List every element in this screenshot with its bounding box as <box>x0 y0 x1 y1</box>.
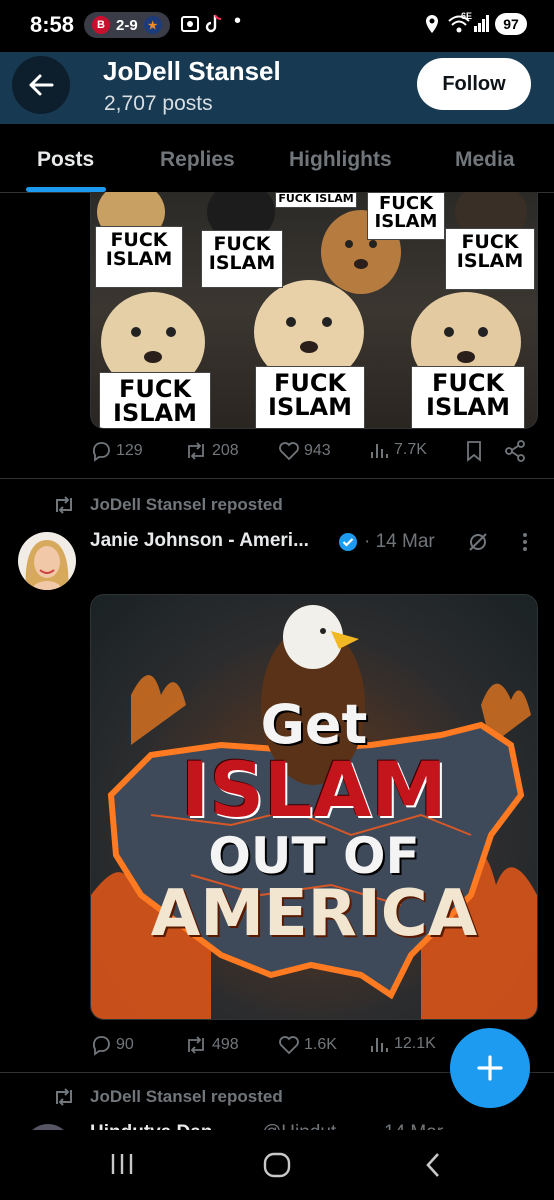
signal-icon <box>474 14 490 37</box>
status-bar: 8:58 B 2-9 ★ • 6E 97 <box>0 0 554 52</box>
live-score-indicator: B 2-9 ★ <box>84 12 170 38</box>
recent-apps-icon <box>111 1154 133 1174</box>
team-logo-icon: B <box>92 16 110 34</box>
views-button[interactable]: 7.7K <box>370 440 427 460</box>
repost-indicator: JoDell Stansel reposted <box>52 1086 283 1108</box>
back-button[interactable] <box>12 56 70 114</box>
views-icon <box>371 444 388 458</box>
reply-button[interactable]: 90 <box>90 1034 134 1056</box>
home-icon <box>263 1152 291 1178</box>
reply-icon <box>92 442 110 462</box>
image-text-america: AMERICA <box>150 877 478 951</box>
author-name[interactable]: Hindutva Dan <box>90 1122 212 1130</box>
more-options-icon[interactable] <box>522 532 528 557</box>
avatar[interactable] <box>18 532 76 590</box>
post-date: 14 Mar <box>384 1122 443 1130</box>
repost-icon <box>56 496 72 514</box>
like-count: 1.6K <box>304 1036 337 1053</box>
grok-icon[interactable] <box>466 530 490 559</box>
repost-button[interactable]: 208 <box>184 440 239 462</box>
post-image-eagle[interactable]: Get ISLAM OUT OF AMERICA <box>90 594 538 1020</box>
reply-count: 90 <box>116 1036 134 1053</box>
protest-sign: FUCK ISLAM <box>275 192 357 208</box>
share-icon <box>505 440 525 462</box>
author-name[interactable]: Janie Johnson - Ameri... <box>90 530 309 552</box>
profile-tabs: Posts Replies Highlights Media <box>0 124 554 193</box>
post-image-dogs[interactable]: FUCK ISLAM FUCK ISLAM FUCK ISLAM FUCK IS… <box>90 192 538 429</box>
post-actions: 129 208 943 7.7K <box>90 440 530 468</box>
protest-sign: FUCK ISLAM <box>95 226 183 288</box>
notification-dot-icon: • <box>234 10 242 32</box>
author-handle: @Hindut <box>262 1122 336 1130</box>
follow-button[interactable]: Follow <box>417 58 531 110</box>
repost-icon <box>188 1036 204 1054</box>
views-count: 12.1K <box>394 1035 436 1052</box>
repost-label: JoDell Stansel reposted <box>90 1087 283 1106</box>
repost-count: 498 <box>212 1036 239 1053</box>
score-text: 2-9 <box>116 16 138 34</box>
bookmark-button[interactable] <box>464 440 484 462</box>
tab-replies[interactable]: Replies <box>160 148 235 172</box>
verified-badge-icon <box>338 532 358 557</box>
reply-count: 129 <box>116 442 143 459</box>
tiktok-icon <box>205 14 223 39</box>
reply-button[interactable]: 129 <box>90 440 143 462</box>
arrow-left-icon <box>29 74 54 96</box>
heart-icon <box>279 1036 299 1055</box>
location-icon <box>424 14 440 39</box>
repost-button[interactable]: 498 <box>184 1034 239 1056</box>
like-button[interactable]: 943 <box>278 440 331 462</box>
plus-icon <box>477 1055 503 1081</box>
like-button[interactable]: 1.6K <box>278 1034 337 1056</box>
views-icon <box>371 1038 388 1052</box>
divider <box>0 478 554 479</box>
next-post-preview: Hindutva Dan @Hindut 14 Mar <box>0 1120 554 1130</box>
repost-indicator: JoDell Stansel reposted <box>52 494 283 516</box>
back-nav-button[interactable] <box>424 1152 442 1183</box>
protest-sign: FUCK ISLAM <box>445 228 535 290</box>
bookmark-icon <box>467 441 481 462</box>
image-text-islam: ISLAM <box>181 745 447 834</box>
protest-sign: FUCK ISLAM <box>255 366 365 428</box>
heart-icon <box>279 442 299 461</box>
protest-sign: FUCK ISLAM <box>367 192 445 240</box>
share-button[interactable] <box>504 440 526 462</box>
repost-icon <box>56 1088 72 1106</box>
tab-media[interactable]: Media <box>455 148 515 172</box>
clock: 8:58 <box>30 12 75 37</box>
reply-icon <box>92 1036 110 1056</box>
screenshot-icon <box>180 14 200 39</box>
recent-apps-button[interactable] <box>110 1152 134 1181</box>
repost-icon <box>188 442 204 460</box>
system-nav-bar <box>0 1130 554 1200</box>
compose-button[interactable] <box>450 1028 530 1108</box>
chevron-left-icon <box>426 1153 439 1177</box>
repost-label: JoDell Stansel reposted <box>90 495 283 514</box>
views-button[interactable]: 12.1K <box>370 1034 436 1054</box>
team-logo-icon: ★ <box>143 16 162 34</box>
home-button[interactable] <box>263 1152 291 1183</box>
profile-name: JoDell Stansel <box>103 56 281 86</box>
protest-sign: FUCK ISLAM <box>411 366 525 428</box>
posts-count: 2,707 posts <box>104 92 213 115</box>
battery-indicator: 97 <box>495 13 527 35</box>
protest-sign: FUCK ISLAM <box>201 230 283 288</box>
tab-highlights[interactable]: Highlights <box>289 148 392 172</box>
post-date: · 14 Mar <box>364 531 435 552</box>
like-count: 943 <box>304 442 331 459</box>
profile-header: JoDell Stansel 2,707 posts Follow <box>0 52 554 124</box>
tab-posts[interactable]: Posts <box>37 148 94 172</box>
repost-count: 208 <box>212 442 239 459</box>
views-count: 7.7K <box>394 441 427 458</box>
network-type: 6E <box>461 11 473 21</box>
protest-sign: FUCK ISLAM <box>99 372 211 428</box>
